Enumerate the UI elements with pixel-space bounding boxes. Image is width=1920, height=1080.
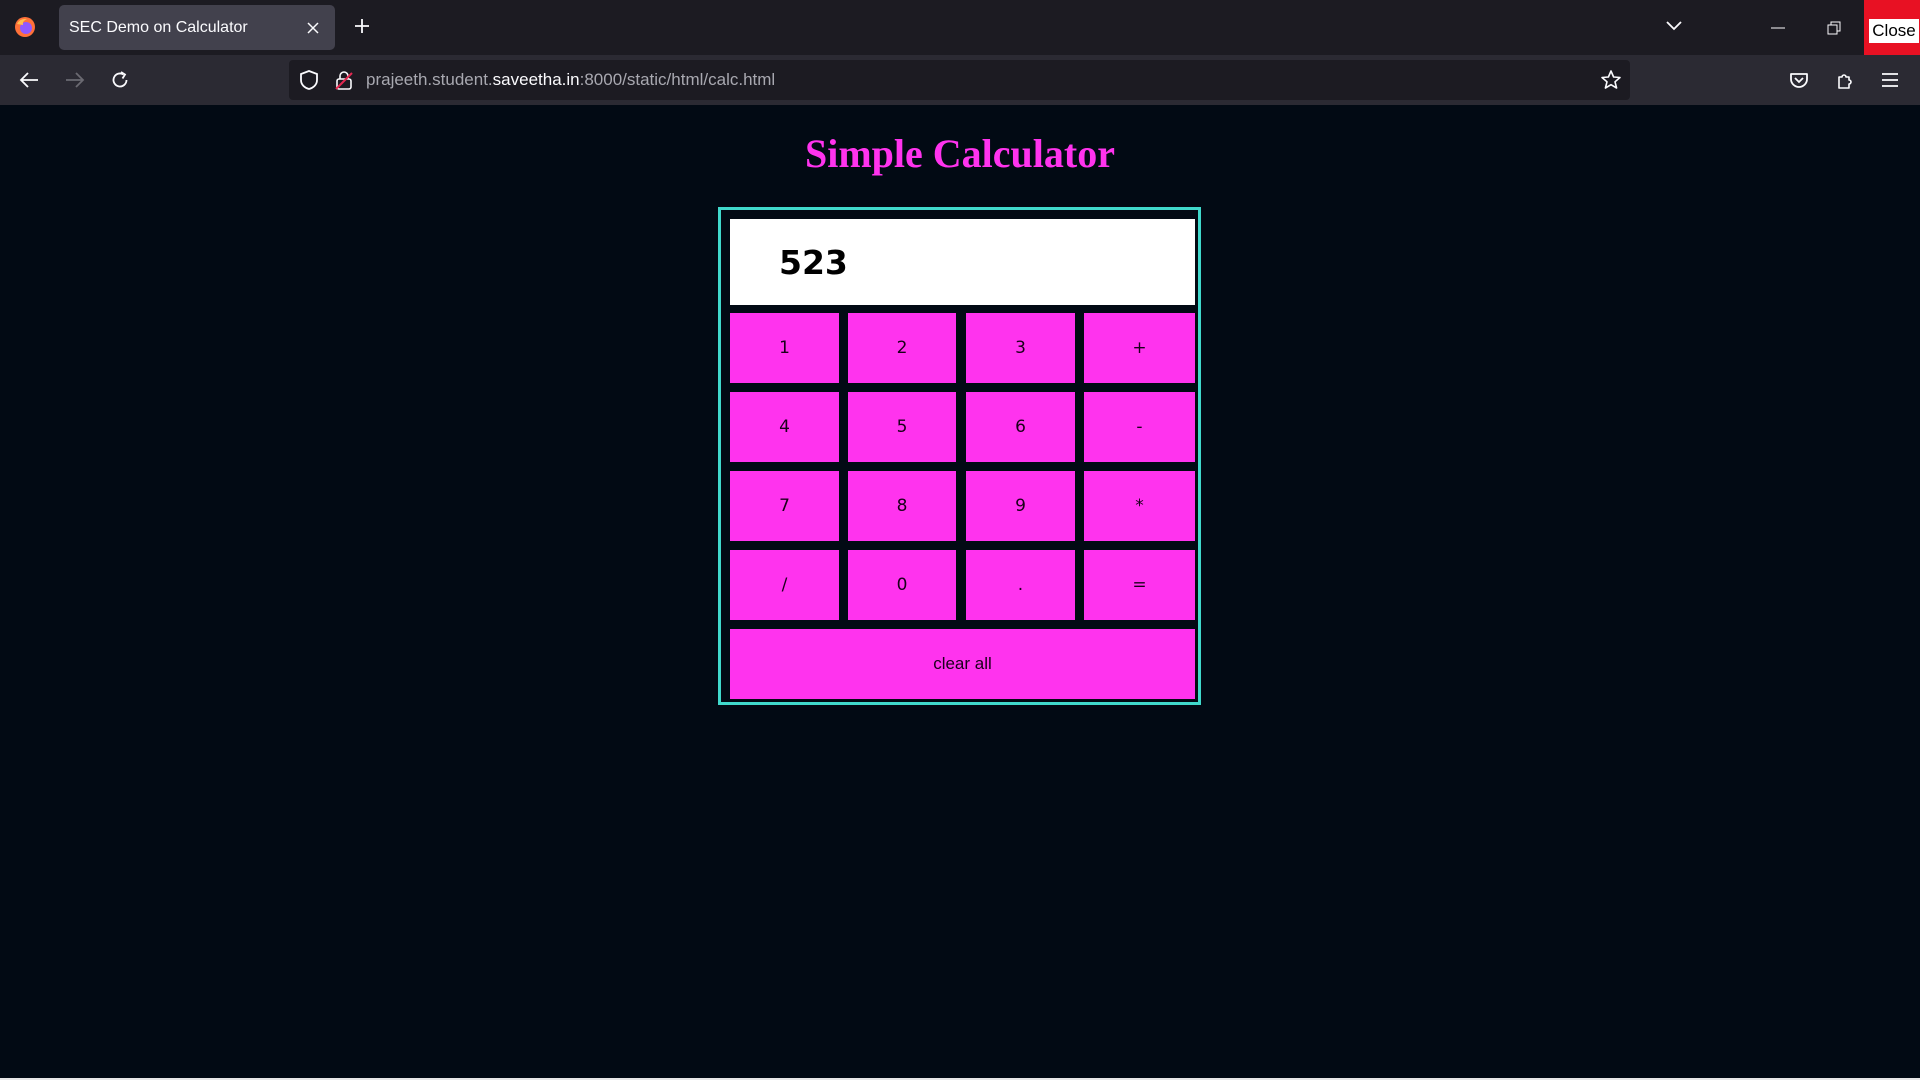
multiply-button[interactable]: *	[1084, 471, 1195, 541]
minimize-window-icon[interactable]	[1750, 0, 1806, 55]
active-tab[interactable]: SEC Demo on Calculator	[59, 5, 335, 50]
extensions-puzzle-icon[interactable]	[1831, 66, 1859, 94]
key-3-button[interactable]: 3	[966, 313, 1075, 383]
url-domain: saveetha.in	[492, 70, 580, 89]
page-title: Simple Calculator	[805, 131, 1115, 176]
key-2-button[interactable]: 2	[848, 313, 956, 383]
key-8-button[interactable]: 8	[848, 471, 956, 541]
equals-button[interactable]: =	[1084, 550, 1195, 620]
subtract-button[interactable]: -	[1084, 392, 1195, 462]
url-text[interactable]: prajeeth.student.saveetha.in:8000/static…	[366, 70, 775, 90]
insecure-lock-icon[interactable]	[333, 69, 355, 91]
navigation-toolbar: prajeeth.student.saveetha.in:8000/static…	[0, 55, 1920, 105]
close-window-label: Close	[1869, 18, 1919, 43]
url-suffix: :8000/static/html/calc.html	[579, 70, 776, 89]
forward-arrow-icon[interactable]	[61, 66, 89, 94]
restore-window-icon[interactable]	[1806, 0, 1862, 55]
firefox-logo-icon[interactable]	[14, 16, 36, 38]
decimal-point-button[interactable]: .	[966, 550, 1075, 620]
tab-title: SEC Demo on Calculator	[69, 18, 248, 36]
key-1-button[interactable]: 1	[730, 313, 839, 383]
key-0-button[interactable]: 0	[848, 550, 956, 620]
list-all-tabs-chevron-icon[interactable]	[1662, 14, 1686, 38]
url-prefix: prajeeth.student.	[366, 70, 493, 89]
hamburger-menu-icon[interactable]	[1876, 66, 1904, 94]
divide-button[interactable]: /	[730, 550, 839, 620]
back-arrow-icon[interactable]	[15, 66, 43, 94]
key-5-button[interactable]: 5	[848, 392, 956, 462]
address-bar[interactable]: prajeeth.student.saveetha.in:8000/static…	[289, 60, 1630, 100]
calculator-panel: 523 1 2 3 + 4 5 6 - 7 8 9 * / 0 . = clea…	[718, 207, 1201, 705]
add-button[interactable]: +	[1084, 313, 1195, 383]
reload-icon[interactable]	[106, 66, 134, 94]
clear-all-button[interactable]: clear all	[730, 629, 1195, 699]
calculator-display[interactable]: 523	[730, 219, 1195, 305]
key-7-button[interactable]: 7	[730, 471, 839, 541]
bookmark-star-icon[interactable]	[1600, 69, 1622, 91]
key-6-button[interactable]: 6	[966, 392, 1075, 462]
tab-close-icon[interactable]	[301, 16, 325, 40]
new-tab-plus-icon[interactable]	[350, 14, 374, 38]
pocket-icon[interactable]	[1785, 66, 1813, 94]
close-window-button[interactable]: Close	[1864, 0, 1920, 55]
tracking-protection-shield-icon[interactable]	[298, 69, 320, 91]
key-4-button[interactable]: 4	[730, 392, 839, 462]
key-9-button[interactable]: 9	[966, 471, 1075, 541]
tab-strip: SEC Demo on Calculator Close	[0, 0, 1920, 55]
